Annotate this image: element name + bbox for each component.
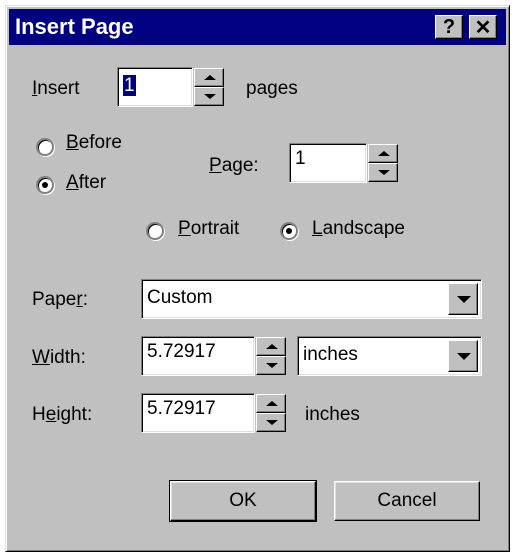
height-unit-label: inches — [305, 404, 360, 425]
dialog-title: Insert Page — [15, 14, 134, 39]
paper-dropdown-button[interactable] — [448, 283, 478, 315]
after-label[interactable]: After — [66, 172, 106, 194]
before-label[interactable]: Before — [66, 132, 122, 154]
portrait-label[interactable]: Portrait — [178, 218, 239, 240]
paper-label: Paper: — [32, 289, 88, 310]
width-spinner[interactable] — [256, 337, 286, 375]
before-radio[interactable] — [36, 138, 54, 156]
arrow-up-icon — [378, 151, 390, 156]
arrow-down-icon — [266, 420, 278, 425]
title-bar[interactable]: Insert Page ? ✕ — [9, 9, 506, 45]
height-value: 5.72917 — [147, 398, 216, 419]
insert-count-value: 1 — [123, 75, 136, 96]
height-spin-up-button[interactable] — [256, 394, 286, 413]
arrow-down-icon — [266, 363, 278, 368]
radio-selected-dot — [42, 182, 48, 188]
height-input[interactable]: 5.72917 — [141, 393, 255, 433]
after-radio[interactable] — [36, 176, 54, 194]
insert-spin-down-button[interactable] — [194, 87, 224, 106]
paper-size-value: Custom — [147, 287, 213, 308]
ok-button[interactable]: OK — [169, 480, 317, 522]
insert-count-spinner[interactable] — [194, 68, 224, 106]
arrow-down-icon — [204, 94, 216, 99]
arrow-up-icon — [204, 75, 216, 80]
page-number-input[interactable]: 1 — [289, 143, 367, 183]
chevron-down-icon — [457, 353, 471, 360]
chevron-down-icon — [457, 296, 471, 303]
page-number-value: 1 — [295, 148, 306, 169]
insert-label: Insert — [32, 78, 80, 99]
page-label: Page: — [209, 155, 259, 176]
arrow-down-icon — [378, 170, 390, 175]
help-button[interactable]: ? — [435, 15, 463, 39]
height-spin-down-button[interactable] — [256, 413, 286, 432]
width-label: Width: — [32, 347, 86, 368]
arrow-up-icon — [266, 401, 278, 406]
cancel-button[interactable]: Cancel — [334, 481, 480, 521]
portrait-radio[interactable] — [146, 222, 164, 240]
page-spin-up-button[interactable] — [368, 144, 398, 163]
width-input[interactable]: 5.72917 — [141, 336, 255, 376]
pages-label: pages — [246, 78, 298, 99]
width-spin-down-button[interactable] — [256, 356, 286, 375]
height-label: Height: — [32, 404, 93, 425]
arrow-up-icon — [266, 344, 278, 349]
close-button[interactable]: ✕ — [469, 15, 497, 39]
unit-value: inches — [303, 344, 358, 365]
page-number-spinner[interactable] — [368, 144, 398, 182]
page-spin-down-button[interactable] — [368, 163, 398, 182]
width-value: 5.72917 — [147, 341, 216, 362]
radio-selected-dot — [286, 228, 292, 234]
insert-count-input[interactable]: 1 — [117, 67, 193, 107]
width-spin-up-button[interactable] — [256, 337, 286, 356]
unit-dropdown-button[interactable] — [448, 340, 478, 372]
landscape-label[interactable]: Landscape — [312, 218, 405, 240]
height-spinner[interactable] — [256, 394, 286, 432]
paper-size-select[interactable]: Custom — [141, 279, 482, 319]
landscape-radio[interactable] — [280, 222, 298, 240]
insert-spin-up-button[interactable] — [194, 68, 224, 87]
